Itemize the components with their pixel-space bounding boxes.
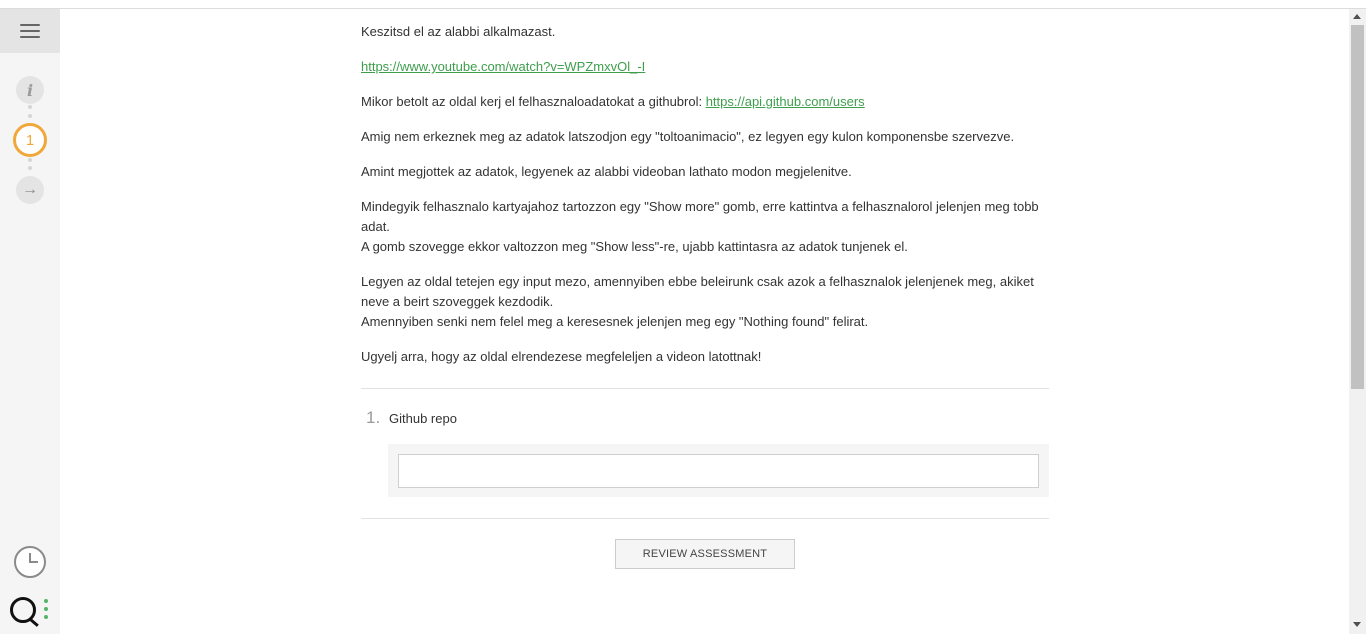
video-link[interactable]: https://www.youtube.com/watch?v=WPZmxvOl… — [361, 59, 645, 74]
menu-button[interactable] — [0, 9, 60, 53]
api-link[interactable]: https://api.github.com/users — [706, 94, 865, 109]
step-connector-dot — [28, 158, 32, 162]
question-step-1[interactable]: 1 — [13, 123, 47, 157]
top-border — [0, 8, 1366, 9]
question-label: Github repo — [389, 411, 457, 426]
task-line: Amig nem erkeznek meg az adatok latszodj… — [361, 129, 1015, 144]
scrollbar[interactable] — [1349, 9, 1366, 634]
task-line: Keszitsd el az alabbi alkalmazast. — [361, 24, 556, 39]
task-line: Amint megjottek az adatok, legyenek az a… — [361, 164, 852, 179]
task-line: A gomb szovegge ekkor valtozzon meg "Sho… — [361, 239, 908, 254]
divider — [361, 518, 1049, 519]
task-description: Keszitsd el az alabbi alkalmazast. https… — [361, 22, 1049, 367]
task-line: Mindegyik felhasznalo kartyajahoz tartoz… — [361, 199, 1039, 234]
scrollbar-thumb[interactable] — [1351, 25, 1364, 389]
info-icon[interactable]: i — [16, 76, 44, 104]
step-connector-dot — [28, 114, 32, 118]
logo — [10, 595, 52, 625]
hamburger-icon — [20, 24, 40, 38]
scroll-down-arrow-icon[interactable] — [1353, 622, 1361, 627]
step-connector-dot — [28, 105, 32, 109]
review-assessment-button[interactable]: REVIEW ASSESSMENT — [615, 539, 795, 569]
step-connector-dot — [28, 166, 32, 170]
task-line: Mikor betolt az oldal kerj el felhasznal… — [361, 94, 865, 109]
answer-container — [388, 444, 1049, 497]
clock-icon[interactable] — [14, 546, 46, 578]
task-line: Legyen az oldal tetejen egy input mezo, … — [361, 274, 1034, 309]
scroll-up-arrow-icon[interactable] — [1353, 14, 1361, 19]
task-line: Amennyiben senki nem felel meg a kereses… — [361, 314, 869, 329]
divider — [361, 388, 1049, 389]
question-number: 1. — [366, 408, 381, 427]
task-line: Ugyelj arra, hogy az oldal elrendezese m… — [361, 349, 762, 364]
arrow-right-icon[interactable]: → — [16, 176, 44, 204]
sidebar: i 1 → — [0, 9, 60, 634]
github-repo-input[interactable] — [398, 454, 1039, 488]
